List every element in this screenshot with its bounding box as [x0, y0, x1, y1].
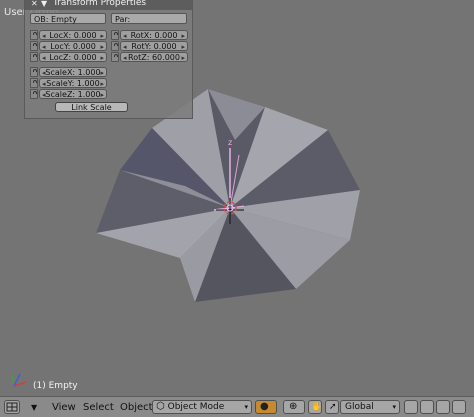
dropdown-arrow-icon: ▾ [392, 403, 396, 411]
3d-viewport[interactable]: z User Ortho ✕ ▼ Transform Properties OB… [0, 0, 474, 396]
layer-button-1[interactable] [404, 400, 418, 414]
translate-toggle[interactable]: ➚ [325, 400, 339, 414]
layer-button-2[interactable] [420, 400, 434, 414]
menu-object[interactable]: Object [120, 402, 153, 413]
menu-select[interactable]: Select [83, 402, 114, 413]
lock-rotz-icon[interactable] [111, 52, 119, 62]
orientation-select[interactable]: Global ▾ [340, 400, 400, 414]
panel-header[interactable]: ✕ ▼ Transform Properties [25, 0, 192, 10]
layer-button-3[interactable] [436, 400, 450, 414]
menu-collapse-icon[interactable]: ▼ [31, 403, 37, 412]
lock-scalex-icon[interactable] [30, 67, 38, 77]
pivot-icon: ⊕ [289, 401, 298, 412]
roty-field[interactable]: ◂ RotY: 0.000 ▸ [120, 41, 188, 51]
layer-button-4[interactable] [452, 400, 466, 414]
viewport-header: ▼ View Select Object ⬡ Object Mode ▾ ● ⊕… [0, 396, 474, 417]
locx-field[interactable]: ◂ LocX: 0.000 ▸ [39, 30, 107, 40]
lock-roty-icon[interactable] [111, 41, 119, 51]
menu-view[interactable]: View [52, 402, 76, 413]
locy-field[interactable]: ◂ LocY: 0.000 ▸ [39, 41, 107, 51]
lock-rotx-icon[interactable] [111, 30, 119, 40]
scalez-field[interactable]: ◂ ScaleZ: 1.000 ▸ [39, 89, 107, 99]
z-axis-label: z [228, 138, 232, 147]
lock-scalez-icon[interactable] [30, 89, 38, 99]
selected-object-status: (1) Empty [33, 381, 78, 391]
translate-arrow-icon: ➚ [329, 402, 337, 412]
manipulator-toggle[interactable]: ✋ [308, 400, 322, 414]
dropdown-arrow-icon: ▾ [244, 403, 248, 411]
lock-locz-icon[interactable] [30, 52, 38, 62]
collapse-icon[interactable]: ▼ [41, 0, 47, 8]
axis-gizmo-icon [11, 373, 27, 387]
close-icon[interactable]: ✕ [31, 0, 38, 8]
shading-select[interactable]: ● [255, 400, 277, 414]
transform-properties-panel[interactable]: ✕ ▼ Transform Properties OB: Empty Par: … [24, 0, 193, 119]
object-name-field[interactable]: OB: Empty [30, 13, 106, 24]
hand-icon: ✋ [311, 402, 323, 412]
scalex-field[interactable]: ◂ ScaleX: 1.000 ▸ [39, 67, 107, 77]
lock-locx-icon[interactable] [30, 30, 38, 40]
panel-title: Transform Properties [53, 0, 147, 8]
link-scale-button[interactable]: Link Scale [55, 102, 128, 112]
rotz-field[interactable]: ◂ RotZ: 60.000 ▸ [120, 52, 188, 62]
locz-field[interactable]: ◂ LocZ: 0.000 ▸ [39, 52, 107, 62]
solid-shading-icon: ● [260, 401, 269, 412]
lock-locy-icon[interactable] [30, 41, 38, 51]
object-mode-icon: ⬡ [156, 401, 165, 412]
scaley-field[interactable]: ◂ ScaleY: 1.000 ▸ [39, 78, 107, 88]
rotx-field[interactable]: ◂ RotX: 0.000 ▸ [120, 30, 188, 40]
parent-field[interactable]: Par: [111, 13, 187, 24]
pivot-select[interactable]: ⊕ [283, 400, 305, 414]
editor-type-icon[interactable] [4, 400, 20, 414]
mode-select[interactable]: ⬡ Object Mode ▾ [152, 400, 252, 414]
lock-scaley-icon[interactable] [30, 78, 38, 88]
